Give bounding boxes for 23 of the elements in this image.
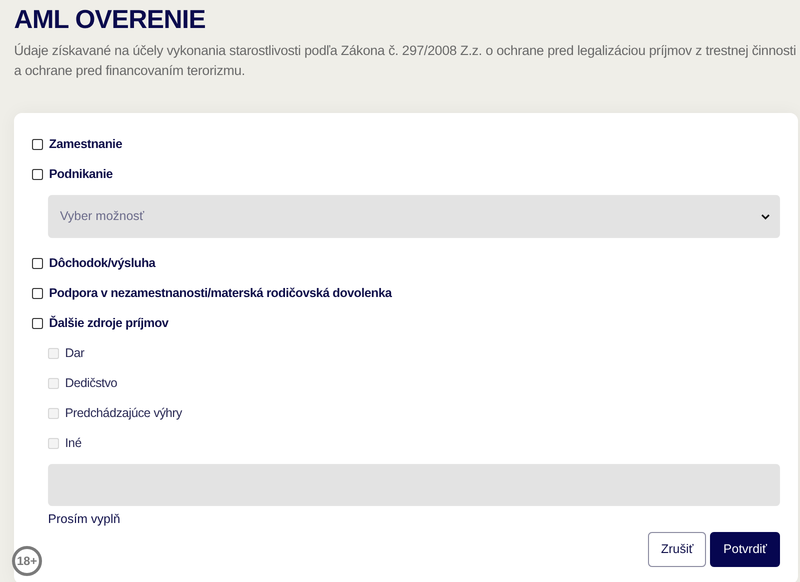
checkbox-label: Dôchodok/výsluha bbox=[49, 254, 156, 272]
helper-text: Prosím vyplň bbox=[48, 511, 122, 528]
checkbox-label: Dedičstvo bbox=[65, 374, 118, 392]
confirm-button[interactable]: Potvrdiť bbox=[710, 532, 780, 567]
checkbox[interactable] bbox=[32, 288, 43, 299]
text-field[interactable] bbox=[48, 464, 780, 506]
checkbox-label: Dar bbox=[65, 344, 84, 362]
checkbox-label: Podnikanie bbox=[49, 166, 113, 183]
select-field[interactable]: Vyber možnosť bbox=[48, 195, 780, 238]
checkbox-label: Zamestnanie bbox=[49, 136, 122, 153]
description-text: Údaje získavané na účely vykonania starostlivosti podľa Zákona č. 297/2008 Z.z. o ochrane pred legalizáciou príjmov z trestnej činnosti a ochrane pred financovaním terorizmu. bbox=[14, 42, 796, 80]
checkbox-label: Ďalšie zdroje príjmov bbox=[49, 314, 168, 332]
checkbox-label: Podpora v nezamestnanosti/materská rodičovská dovolenka bbox=[49, 284, 392, 302]
select-placeholder: Vyber možnosť bbox=[60, 208, 144, 226]
cancel-button[interactable]: Zrušiť bbox=[648, 532, 706, 567]
checkbox[interactable] bbox=[32, 168, 43, 180]
checkbox-label: Iné bbox=[65, 434, 82, 452]
chevron-down-icon bbox=[761, 214, 770, 220]
checkbox[interactable] bbox=[32, 138, 43, 150]
checkbox[interactable] bbox=[32, 258, 43, 269]
checkbox[interactable] bbox=[32, 318, 43, 329]
checkbox-label: Predchádzajúce výhry bbox=[65, 404, 182, 422]
page-title: AML OVERENIE bbox=[14, 4, 206, 36]
